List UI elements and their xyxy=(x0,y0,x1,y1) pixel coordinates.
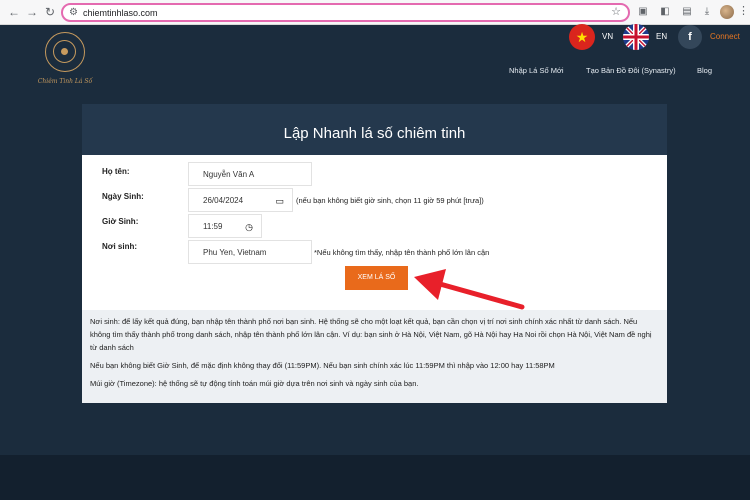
place-label: Nơi sinh: xyxy=(102,242,138,251)
place-input[interactable]: Phu Yen, Vietnam xyxy=(188,240,312,264)
logo-text: Chiêm Tinh Lá Số xyxy=(37,78,93,85)
logo-emblem-icon xyxy=(45,32,85,72)
vn-flag-icon[interactable]: ★ xyxy=(569,24,595,50)
time-label: Giờ Sinh: xyxy=(102,217,139,226)
tab-search-icon[interactable]: ▤ xyxy=(680,5,694,19)
facebook-icon[interactable]: f xyxy=(678,25,702,49)
star-icon[interactable]: ☆ xyxy=(611,5,621,20)
info-birthtime: Nếu bạn không biết Giờ Sinh, để mặc định… xyxy=(90,361,555,370)
site-info-icon[interactable]: ⚙ xyxy=(69,6,78,20)
calendar-icon[interactable]: ▭ xyxy=(275,189,284,213)
time-input[interactable]: 11:59 ◷ xyxy=(188,214,262,238)
site-logo[interactable]: Chiêm Tinh Lá Số xyxy=(30,29,100,89)
lang-en-link[interactable]: EN xyxy=(656,32,667,41)
forward-icon[interactable]: → xyxy=(24,4,40,20)
place-hint: *Nếu không tìm thấy, nhập tên thành phố … xyxy=(314,248,490,257)
clock-icon[interactable]: ◷ xyxy=(245,215,253,239)
dob-input[interactable]: 26/04/2024 ▭ xyxy=(188,188,293,212)
info-panel: Nơi sinh: để lấy kết quả đúng, bạn nhập … xyxy=(82,310,667,403)
uk-flag-icon[interactable] xyxy=(623,24,649,50)
extension-icon[interactable]: ▣ xyxy=(636,5,650,19)
name-input[interactable]: Nguyễn Văn A xyxy=(188,162,312,186)
reload-icon[interactable]: ↻ xyxy=(42,4,58,20)
form-title: Lập Nhanh lá số chiêm tinh xyxy=(283,125,466,142)
nav-blog[interactable]: Blog xyxy=(697,66,712,75)
back-icon[interactable]: ← xyxy=(6,4,22,20)
quick-chart-form: Lập Nhanh lá số chiêm tinh Họ tên: Nguyễ… xyxy=(82,104,667,403)
lang-vn-link[interactable]: VN xyxy=(602,32,613,41)
more-menu-icon[interactable]: ⋮ xyxy=(738,4,749,17)
name-label: Họ tên: xyxy=(102,167,130,176)
info-timezone: Múi giờ (Timezone): hệ thống sẽ tự động … xyxy=(90,379,419,388)
puzzle-icon[interactable]: ◧ xyxy=(658,5,672,19)
nav-new-chart[interactable]: Nhập Lá Số Mới xyxy=(509,66,564,75)
info-birthplace: Nơi sinh: để lấy kết quả đúng, bạn nhập … xyxy=(90,317,652,352)
connect-link[interactable]: Connect xyxy=(710,32,740,41)
nav-synastry[interactable]: Tạo Bản Đồ Đôi (Synastry) xyxy=(586,66,676,75)
dob-hint: (nếu bạn không biết giờ sinh, chọn 11 gi… xyxy=(296,196,484,205)
dob-label: Ngày Sinh: xyxy=(102,192,144,201)
profile-avatar[interactable] xyxy=(720,5,734,19)
form-header: Lập Nhanh lá số chiêm tinh xyxy=(82,104,667,155)
url-text: chiemtinhlaso.com xyxy=(83,8,158,18)
browser-toolbar: ← → ↻ ⚙ chiemtinhlaso.com ☆ ▣ ◧ ▤ ⤓ ⋮ xyxy=(0,0,750,25)
page-footer-band xyxy=(0,455,750,500)
address-bar[interactable]: ⚙ chiemtinhlaso.com ☆ xyxy=(61,3,630,22)
view-chart-button[interactable]: XEM LÁ SỐ xyxy=(345,266,408,290)
download-icon[interactable]: ⤓ xyxy=(700,5,714,19)
